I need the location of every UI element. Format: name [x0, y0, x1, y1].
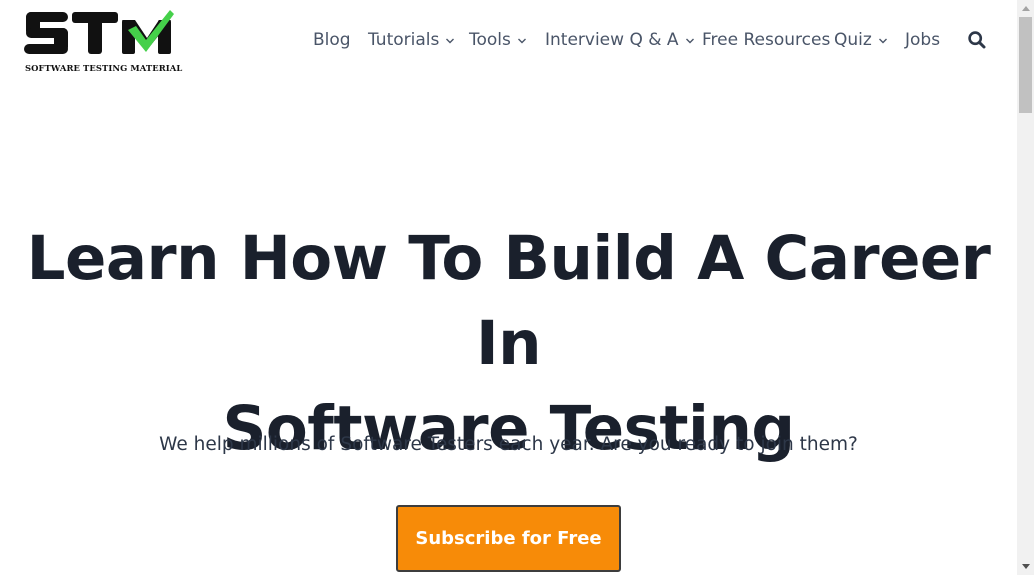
search-icon — [968, 31, 986, 49]
hero-subtitle: We help millions of Software Testers eac… — [159, 434, 858, 455]
nav-item-jobs[interactable]: Jobs — [905, 28, 940, 52]
scrollbar-thumb[interactable] — [1019, 17, 1032, 113]
nav-item-tutorials[interactable]: Tutorials — [368, 28, 455, 52]
nav-item-tools[interactable]: Tools — [469, 28, 527, 52]
search-button[interactable] — [967, 30, 987, 50]
page: SOFTWARE TESTING MATERIAL Blog Tutorials… — [0, 0, 1017, 575]
subscribe-button[interactable]: Subscribe for Free — [396, 505, 621, 572]
site-logo[interactable]: SOFTWARE TESTING MATERIAL — [24, 8, 182, 74]
site-header: SOFTWARE TESTING MATERIAL Blog Tutorials… — [0, 0, 1017, 80]
chevron-down-icon — [685, 38, 694, 44]
chevron-down-icon — [446, 38, 455, 44]
nav-item-quiz[interactable]: Quiz — [834, 28, 888, 52]
scroll-up-arrow-icon[interactable] — [1017, 0, 1034, 17]
nav-label: Tools — [469, 30, 511, 50]
nav-label: Interview Q & A — [545, 30, 679, 50]
hero-title: Learn How To Build A Career In Software … — [0, 216, 1017, 471]
hero-title-line-1: Learn How To Build A Career In — [26, 223, 991, 379]
nav-label: Tutorials — [368, 30, 440, 50]
chevron-down-icon — [878, 38, 887, 44]
stm-logo-icon — [24, 10, 174, 54]
logo-tagline: SOFTWARE TESTING MATERIAL — [25, 63, 183, 73]
nav-label: Blog — [313, 30, 351, 50]
nav-item-interview-qa[interactable]: Interview Q & A — [545, 28, 695, 52]
scroll-down-arrow-icon[interactable] — [1017, 558, 1034, 575]
nav-item-free-resources[interactable]: Free Resources — [702, 28, 830, 52]
chevron-down-icon — [517, 38, 526, 44]
nav-label: Quiz — [834, 30, 872, 50]
nav-label: Jobs — [905, 30, 941, 50]
nav-label: Free Resources — [702, 30, 831, 50]
vertical-scrollbar[interactable] — [1017, 0, 1034, 575]
nav-item-blog[interactable]: Blog — [313, 28, 351, 52]
